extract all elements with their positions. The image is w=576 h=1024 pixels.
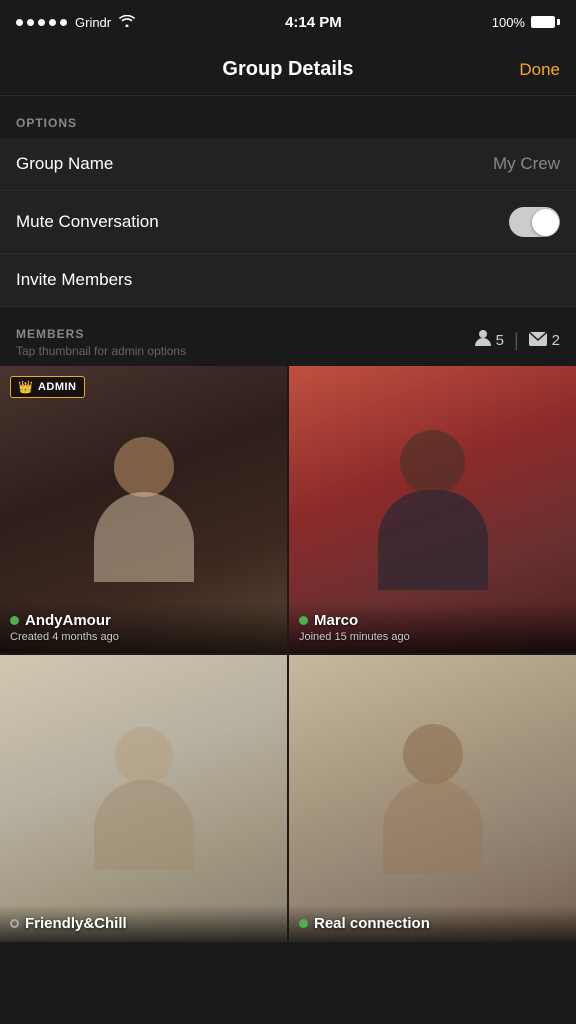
real-head xyxy=(403,724,463,784)
battery-fill xyxy=(532,17,554,27)
member-count-item: 5 xyxy=(475,329,504,352)
count-divider: | xyxy=(514,330,519,351)
members-section-subtitle: Tap thumbnail for admin options xyxy=(16,344,186,358)
andy-overlay: AndyAmour Created 4 months ago xyxy=(0,602,287,653)
friendly-online-dot xyxy=(10,919,19,928)
real-body xyxy=(383,779,483,874)
status-bar: Grindr 4:14 PM 100% xyxy=(0,0,576,44)
signal-dot-2 xyxy=(27,19,34,26)
andy-name: AndyAmour xyxy=(25,612,111,629)
status-left: Grindr xyxy=(16,14,135,30)
marco-overlay: Marco Joined 15 minutes ago xyxy=(289,602,576,653)
battery-icon xyxy=(531,16,560,28)
carrier-text: Grindr xyxy=(75,15,111,30)
marco-name-row: Marco xyxy=(299,612,566,629)
admin-badge: 👑 ADMIN xyxy=(10,376,85,398)
members-title-block: MEMBERS Tap thumbnail for admin options xyxy=(16,327,186,358)
crown-icon: 👑 xyxy=(18,380,33,394)
friendly-name: Friendly&Chill xyxy=(25,915,127,932)
options-section-header: OPTIONS xyxy=(0,96,576,138)
status-time: 4:14 PM xyxy=(285,14,342,31)
toggle-knob xyxy=(532,209,559,236)
andy-body xyxy=(94,492,194,582)
andy-online-dot xyxy=(10,616,19,625)
member-card-andy[interactable]: 👑 ADMIN AndyAmour Created 4 months ago xyxy=(0,366,287,653)
real-online-dot xyxy=(299,919,308,928)
friendly-photo-bg xyxy=(0,655,287,942)
member-card-real[interactable]: Real connection xyxy=(289,655,576,942)
signal-dot-1 xyxy=(16,19,23,26)
friendly-name-row: Friendly&Chill xyxy=(10,915,277,932)
member-card-friendly[interactable]: Friendly&Chill xyxy=(0,655,287,942)
person-icon xyxy=(475,329,491,352)
invite-members-item[interactable]: Invite Members xyxy=(0,254,576,307)
andy-since: Created 4 months ago xyxy=(10,631,277,643)
done-button[interactable]: Done xyxy=(519,60,560,80)
signal-dot-5 xyxy=(60,19,67,26)
andy-name-row: AndyAmour xyxy=(10,612,277,629)
member-count-value: 5 xyxy=(496,332,504,349)
friendly-body xyxy=(94,780,194,870)
page-title: Group Details xyxy=(222,58,353,81)
real-overlay: Real connection xyxy=(289,905,576,942)
nav-bar: Group Details Done xyxy=(0,44,576,96)
group-name-label: Group Name xyxy=(16,154,113,174)
real-name-row: Real connection xyxy=(299,915,566,932)
invite-label: Invite Members xyxy=(16,270,132,290)
members-counts: 5 | 2 xyxy=(475,327,560,352)
marco-head xyxy=(400,430,465,495)
real-name: Real connection xyxy=(314,915,430,932)
marco-body xyxy=(378,490,488,590)
real-photo-bg xyxy=(289,655,576,942)
members-grid: 👑 ADMIN AndyAmour Created 4 months ago M… xyxy=(0,366,576,942)
battery-body xyxy=(531,16,555,28)
mute-label: Mute Conversation xyxy=(16,212,159,232)
envelope-icon xyxy=(529,332,547,350)
marco-since: Joined 15 minutes ago xyxy=(299,631,566,643)
member-card-marco[interactable]: Marco Joined 15 minutes ago xyxy=(289,366,576,653)
andy-head xyxy=(114,437,174,497)
signal-dot-4 xyxy=(49,19,56,26)
marco-online-dot xyxy=(299,616,308,625)
group-name-item[interactable]: Group Name My Crew xyxy=(0,138,576,191)
battery-percent: 100% xyxy=(492,15,525,30)
marco-name: Marco xyxy=(314,612,358,629)
mute-conversation-item: Mute Conversation xyxy=(0,191,576,254)
signal-dot-3 xyxy=(38,19,45,26)
friendly-head xyxy=(115,727,173,785)
admin-label: ADMIN xyxy=(38,381,77,393)
wifi-icon xyxy=(119,14,135,30)
message-count-item: 2 xyxy=(529,332,560,350)
status-right: 100% xyxy=(492,15,560,30)
members-section-title: MEMBERS xyxy=(16,327,186,341)
battery-tip xyxy=(557,19,560,25)
message-count-value: 2 xyxy=(552,332,560,349)
friendly-overlay: Friendly&Chill xyxy=(0,905,287,942)
group-name-value: My Crew xyxy=(493,154,560,174)
mute-toggle[interactable] xyxy=(509,207,560,237)
members-section-header-row: MEMBERS Tap thumbnail for admin options … xyxy=(0,307,576,366)
